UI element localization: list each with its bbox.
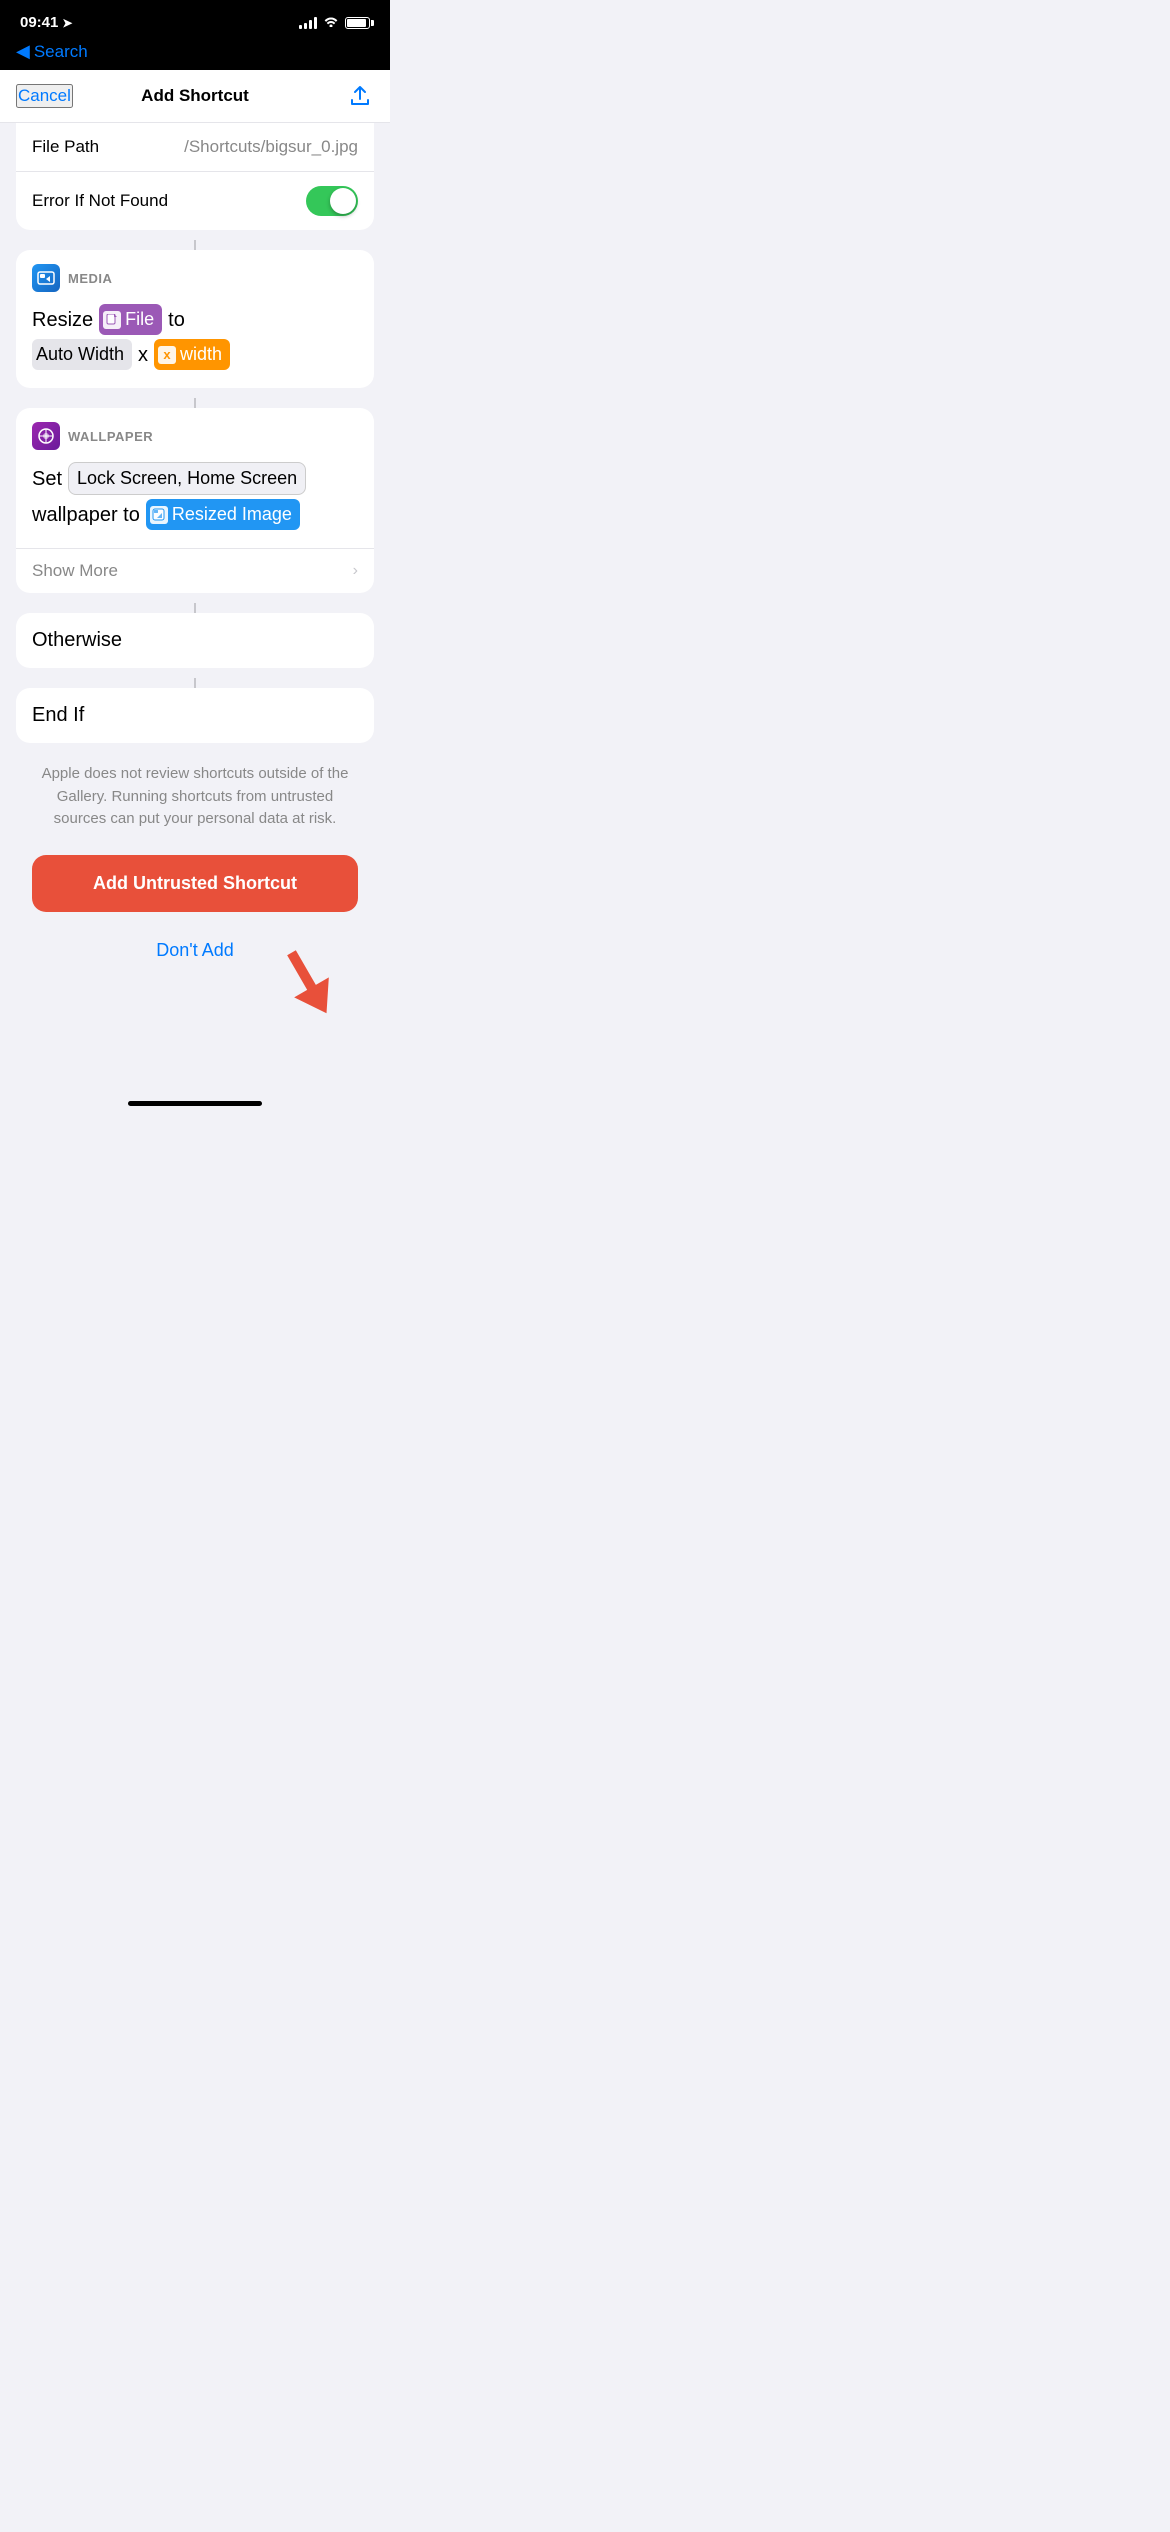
x-label: x: [138, 340, 148, 370]
screen-token[interactable]: Lock Screen, Home Screen: [68, 462, 306, 495]
wallpaper-to-label: wallpaper to: [32, 500, 140, 530]
wallpaper-card: WALLPAPER Set Lock Screen, Home Screen w…: [16, 408, 374, 593]
back-label: Search: [34, 42, 88, 62]
file-path-file: bigsur_0.jpg: [265, 137, 358, 156]
dont-add-container: Don't Add: [16, 928, 374, 973]
media-action-line1: Resize File to: [32, 304, 358, 335]
navigation-bar: Cancel Add Shortcut: [0, 70, 390, 123]
wallpaper-action-line2: wallpaper to Resized Image: [32, 499, 358, 530]
signal-bars-icon: [299, 17, 317, 29]
otherwise-label: Otherwise: [32, 629, 122, 651]
x-var-token[interactable]: x width: [154, 339, 230, 370]
status-bar-right: [299, 15, 370, 30]
media-section-icon: [32, 264, 60, 292]
page-title: Add Shortcut: [141, 86, 249, 106]
file-token-label: File: [125, 306, 154, 333]
battery-icon: [345, 17, 370, 29]
width-label: width: [180, 341, 222, 368]
wifi-icon: [323, 15, 339, 30]
back-navigation: ◀ Search: [0, 37, 390, 70]
file-path-label: File Path: [32, 137, 99, 157]
file-path-prefix: /Shortcuts/: [184, 137, 265, 156]
resized-image-token[interactable]: Resized Image: [146, 499, 300, 530]
media-card: MEDIA Resize File to Auto Wi: [16, 250, 374, 388]
arrow-annotation: [264, 938, 354, 1033]
back-chevron-icon: ◀: [16, 41, 30, 62]
file-token-icon: [103, 311, 121, 329]
add-untrusted-button[interactable]: Add Untrusted Shortcut: [32, 855, 358, 912]
content-area: File Path /Shortcuts/bigsur_0.jpg Error …: [0, 123, 390, 1013]
connector-line-3: [194, 603, 196, 613]
end-if-card: End If: [16, 688, 374, 743]
connector-line-1: [194, 240, 196, 250]
otherwise-card: Otherwise: [16, 613, 374, 668]
media-section-header: MEDIA: [16, 250, 374, 300]
file-token[interactable]: File: [99, 304, 162, 335]
media-action-content: Resize File to Auto Width x: [16, 300, 374, 388]
home-bar: [128, 1101, 262, 1106]
wallpaper-action-line1: Set Lock Screen, Home Screen: [32, 462, 358, 495]
error-toggle[interactable]: [306, 186, 358, 216]
connector-line-4: [194, 678, 196, 688]
file-path-card: File Path /Shortcuts/bigsur_0.jpg Error …: [16, 123, 374, 230]
wallpaper-section-header: WALLPAPER: [16, 408, 374, 458]
auto-width-label: Auto Width: [36, 341, 124, 368]
chevron-right-icon: ›: [353, 562, 358, 580]
file-path-row: File Path /Shortcuts/bigsur_0.jpg: [16, 123, 374, 172]
share-button[interactable]: [346, 82, 374, 110]
file-path-value: /Shortcuts/bigsur_0.jpg: [184, 137, 358, 157]
x-var-icon: x: [158, 346, 176, 364]
home-indicator: [0, 1093, 390, 1122]
toggle-knob: [330, 188, 356, 214]
resized-image-label: Resized Image: [172, 501, 292, 528]
end-if-label: End If: [32, 704, 84, 726]
location-icon: ➤: [62, 16, 72, 30]
disclaimer-text: Apple does not review shortcuts outside …: [16, 763, 374, 855]
show-more-label: Show More: [32, 561, 118, 581]
wallpaper-action-content: Set Lock Screen, Home Screen wallpaper t…: [16, 458, 374, 548]
resize-label: Resize: [32, 305, 93, 335]
screen-token-label: Lock Screen, Home Screen: [77, 465, 297, 492]
media-action-line2: Auto Width x x width: [32, 339, 358, 370]
show-more-row[interactable]: Show More ›: [16, 548, 374, 593]
wallpaper-section-icon: [32, 422, 60, 450]
status-bar: 09:41 ➤: [0, 0, 390, 37]
cancel-button[interactable]: Cancel: [16, 84, 73, 108]
media-section-label: MEDIA: [68, 271, 112, 286]
wallpaper-section-label: WALLPAPER: [68, 429, 153, 444]
to-label: to: [168, 305, 185, 335]
connector-line-2: [194, 398, 196, 408]
back-button[interactable]: ◀ Search: [16, 41, 88, 62]
auto-width-token[interactable]: Auto Width: [32, 339, 132, 370]
status-bar-left: 09:41 ➤: [20, 14, 72, 31]
resized-image-icon: [150, 506, 168, 524]
error-toggle-row: Error If Not Found: [16, 172, 374, 230]
error-toggle-label: Error If Not Found: [32, 191, 168, 211]
set-label: Set: [32, 464, 62, 494]
time-display: 09:41: [20, 14, 58, 31]
